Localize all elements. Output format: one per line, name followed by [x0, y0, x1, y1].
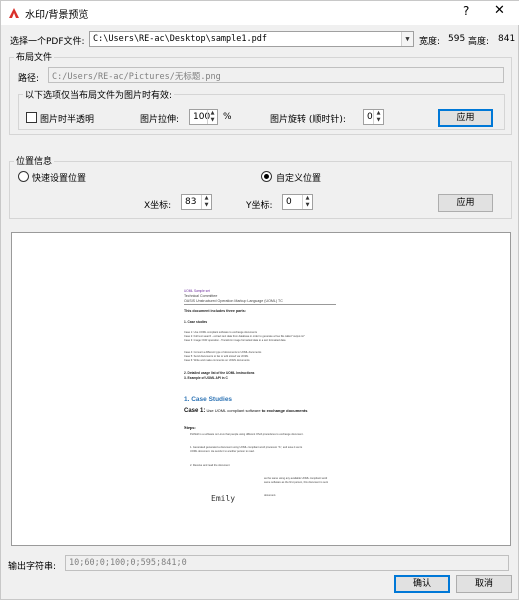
- height-value: 841: [498, 34, 516, 44]
- width-label: 宽度:: [419, 37, 441, 47]
- custom-position-radio[interactable]: [261, 171, 272, 182]
- doc-line: Case 6: Write and make comments on UOML …: [184, 359, 250, 362]
- rotate-spin-arrows[interactable]: ▲ ▼: [373, 110, 383, 124]
- doc-subheading: Case 1: Use UOML compliant software to e…: [184, 408, 308, 414]
- preview-page: UOML Sample set Technical Committee OASI…: [178, 284, 352, 518]
- doc-heading: 1. Case Studies: [184, 396, 233, 403]
- y-spin-arrows[interactable]: ▲ ▼: [302, 195, 312, 209]
- layout-apply-button[interactable]: 应用: [438, 109, 493, 127]
- layout-path-label: 路径:: [18, 74, 40, 84]
- image-options-group-title: 以下选项仅当布局文件为图片时有效:: [23, 88, 175, 101]
- y-up-icon[interactable]: ▲: [303, 195, 312, 202]
- doc-line: PoliSoft is a software on Linux that peo…: [190, 433, 304, 436]
- x-coord-value: 83: [185, 197, 197, 207]
- stretch-up-icon[interactable]: ▲: [208, 110, 217, 117]
- doc-steps-heading: Steps:: [184, 425, 196, 430]
- x-coord-spinbox[interactable]: 83 ▲ ▼: [181, 194, 212, 210]
- x-coord-label: X坐标:: [144, 201, 172, 211]
- translucent-checkbox[interactable]: [26, 112, 37, 123]
- output-string-field[interactable]: 10;60;0;100;0;595;841;0: [65, 555, 509, 571]
- pdf-file-path: C:\Users\RE-ac\Desktop\sample1.pdf: [93, 34, 267, 44]
- window-title: 水印/背景预览: [25, 10, 89, 21]
- width-value: 595: [448, 34, 466, 44]
- pdf-file-combo[interactable]: C:\Users\RE-ac\Desktop\sample1.pdf ▼: [89, 31, 414, 47]
- y-coord-value: 0: [286, 197, 292, 207]
- doc-line: Case 3: Image OCR operation - Transform …: [184, 339, 286, 342]
- translucent-label: 图片时半透明: [40, 115, 95, 125]
- doc-line: document.: [264, 494, 277, 497]
- watermark-text: Emily: [211, 494, 236, 503]
- stretch-unit: %: [223, 112, 232, 122]
- doc-line: UOML Sample set: [184, 289, 210, 293]
- doc-line: Case 5: Send documents to fax or edit st…: [184, 355, 249, 358]
- doc-line: 2. Receive and read the document: [190, 464, 230, 467]
- rotate-spinbox[interactable]: 0 ▲ ▼: [363, 109, 384, 125]
- x-spin-arrows[interactable]: ▲ ▼: [201, 195, 211, 209]
- doc-line: 1. Case studies: [184, 320, 208, 324]
- stretch-spin-arrows[interactable]: ▲ ▼: [207, 110, 217, 124]
- layout-file-group-title: 布局文件: [14, 50, 55, 63]
- doc-line: Case 1: Use UOML compliant software to e…: [184, 331, 257, 334]
- cancel-button[interactable]: 取消: [456, 575, 512, 593]
- title-bar: 水印/背景预览 ? ✕: [1, 1, 519, 25]
- x-up-icon[interactable]: ▲: [202, 195, 211, 202]
- position-group-title: 位置信息: [14, 154, 55, 167]
- doc-line: as the same using any available UOML com…: [264, 477, 328, 480]
- custom-position-label: 自定义位置: [276, 174, 322, 184]
- doc-line: UOML document. He sends it to another pe…: [190, 450, 255, 453]
- y-coord-spinbox[interactable]: 0 ▲ ▼: [282, 194, 313, 210]
- quick-position-label: 快速设置位置: [32, 174, 87, 184]
- doc-line: Case 2: Full text search - extract text …: [184, 335, 305, 338]
- rotate-value: 0: [367, 112, 373, 122]
- doc-line: 3. Example of UOML API in C: [184, 376, 228, 380]
- pdf-file-label: 选择一个PDF文件:: [10, 37, 85, 47]
- ok-button[interactable]: 确认: [394, 575, 450, 593]
- app-logo-icon: [9, 8, 19, 18]
- dialog-window: 水印/背景预览 ? ✕ 选择一个PDF文件: C:\Users\RE-ac\De…: [0, 0, 519, 600]
- stretch-spinbox[interactable]: 100 ▲ ▼: [189, 109, 218, 125]
- doc-divider: [184, 304, 336, 305]
- layout-path-field[interactable]: C:/Users/RE-ac/Pictures/无标题.png: [48, 67, 504, 83]
- y-coord-label: Y坐标:: [246, 201, 273, 211]
- output-label: 输出字符串:: [8, 562, 57, 572]
- doc-line: This document includes three parts:: [184, 309, 246, 313]
- doc-line: OASIS Unstructured Operation Markup Lang…: [184, 299, 283, 303]
- height-label: 高度:: [468, 37, 490, 47]
- doc-line: 2. Detailed usage list of the UOML Instr…: [184, 371, 255, 375]
- doc-line: 1. Generated generated a document using …: [190, 446, 303, 449]
- rotate-down-icon[interactable]: ▼: [374, 117, 383, 124]
- close-button[interactable]: ✕: [494, 3, 505, 18]
- help-button[interactable]: ?: [463, 4, 469, 18]
- rotate-label: 图片旋转 (顺时针):: [270, 115, 346, 125]
- x-down-icon[interactable]: ▼: [202, 202, 211, 209]
- position-apply-button[interactable]: 应用: [438, 194, 493, 212]
- preview-pane: UOML Sample set Technical Committee OASI…: [11, 232, 511, 546]
- doc-line: Technical Committee: [184, 294, 218, 298]
- rotate-up-icon[interactable]: ▲: [374, 110, 383, 117]
- stretch-down-icon[interactable]: ▼: [208, 117, 217, 124]
- doc-line: same software as the first person, this …: [264, 481, 329, 484]
- quick-position-radio[interactable]: [18, 171, 29, 182]
- chevron-down-icon[interactable]: ▼: [401, 32, 413, 46]
- y-down-icon[interactable]: ▼: [303, 202, 312, 209]
- doc-line: Case 4: Convert a different type of docu…: [184, 351, 262, 354]
- stretch-label: 图片拉伸:: [140, 115, 180, 125]
